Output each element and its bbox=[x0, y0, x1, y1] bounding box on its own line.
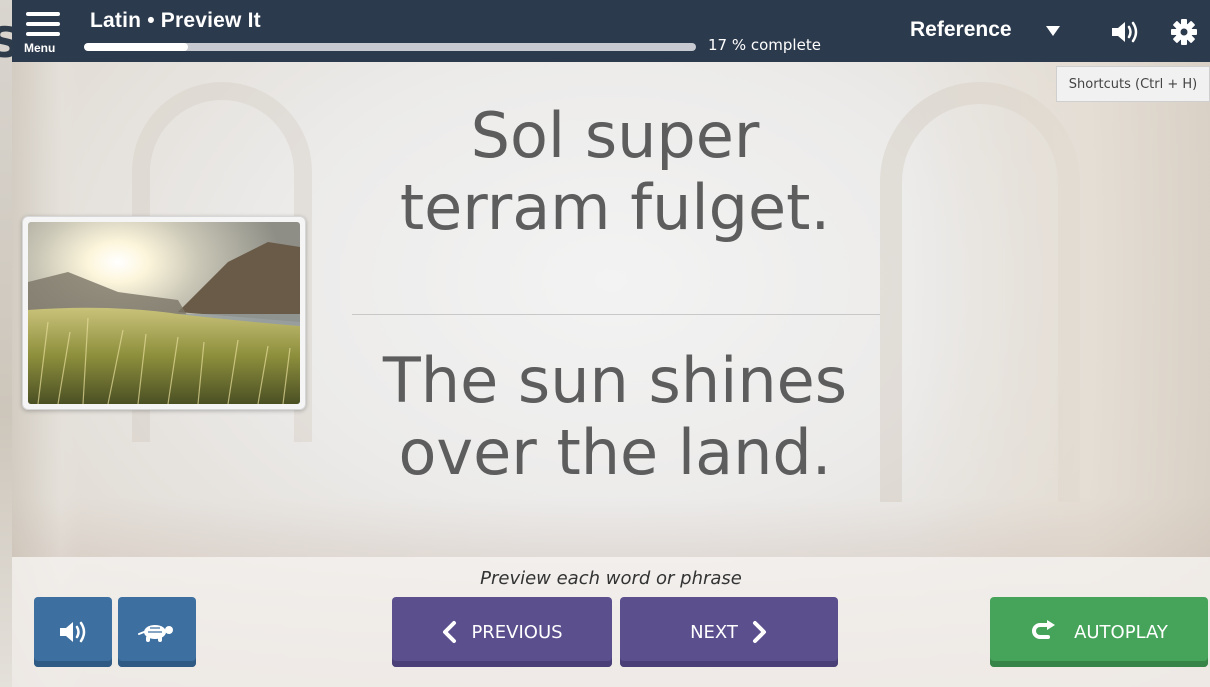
autoplay-label: AUTOPLAY bbox=[1074, 621, 1168, 643]
left-edge-strip: S bbox=[0, 0, 20, 687]
english-translation: The sun shines over the land. bbox=[340, 345, 890, 489]
illustration-card bbox=[22, 216, 306, 410]
progress-bar bbox=[84, 43, 696, 51]
page-title: Latin • Preview It bbox=[90, 9, 261, 32]
chevron-left-icon bbox=[441, 620, 457, 644]
shortcuts-tooltip: Shortcuts (Ctrl + H) bbox=[1056, 66, 1210, 102]
progress-fill bbox=[84, 43, 189, 51]
menu-label: Menu bbox=[24, 41, 56, 55]
reference-dropdown[interactable]: Reference bbox=[910, 18, 1012, 42]
divider bbox=[352, 314, 880, 315]
next-label: NEXT bbox=[690, 621, 738, 643]
play-audio-button[interactable] bbox=[34, 597, 112, 667]
turtle-icon bbox=[138, 620, 176, 644]
autoplay-button[interactable]: AUTOPLAY bbox=[990, 597, 1208, 667]
caret-down-icon[interactable] bbox=[1046, 26, 1060, 36]
menu-button[interactable]: Menu bbox=[24, 8, 74, 58]
latin-line-2: terram fulget. bbox=[399, 171, 831, 244]
gear-icon[interactable] bbox=[1170, 18, 1198, 46]
latin-phrase: Sol super terram fulget. bbox=[340, 100, 890, 244]
chevron-right-icon bbox=[752, 620, 768, 644]
instruction-hint: Preview each word or phrase bbox=[480, 568, 742, 589]
english-line-2: over the land. bbox=[398, 416, 832, 489]
slow-audio-button[interactable] bbox=[118, 597, 196, 667]
sunlit-field-image bbox=[28, 222, 300, 404]
loop-arrow-icon bbox=[1030, 620, 1060, 644]
progress-text: 17 % complete bbox=[708, 36, 821, 54]
speaker-icon bbox=[57, 618, 89, 646]
top-bar: Menu Latin • Preview It 17 % complete Re… bbox=[12, 0, 1210, 62]
latin-line-1: Sol super bbox=[470, 99, 760, 172]
speaker-icon[interactable] bbox=[1110, 18, 1140, 46]
english-line-1: The sun shines bbox=[382, 344, 848, 417]
previous-button[interactable]: PREVIOUS bbox=[392, 597, 612, 667]
next-button[interactable]: NEXT bbox=[620, 597, 838, 667]
previous-label: PREVIOUS bbox=[471, 621, 563, 643]
